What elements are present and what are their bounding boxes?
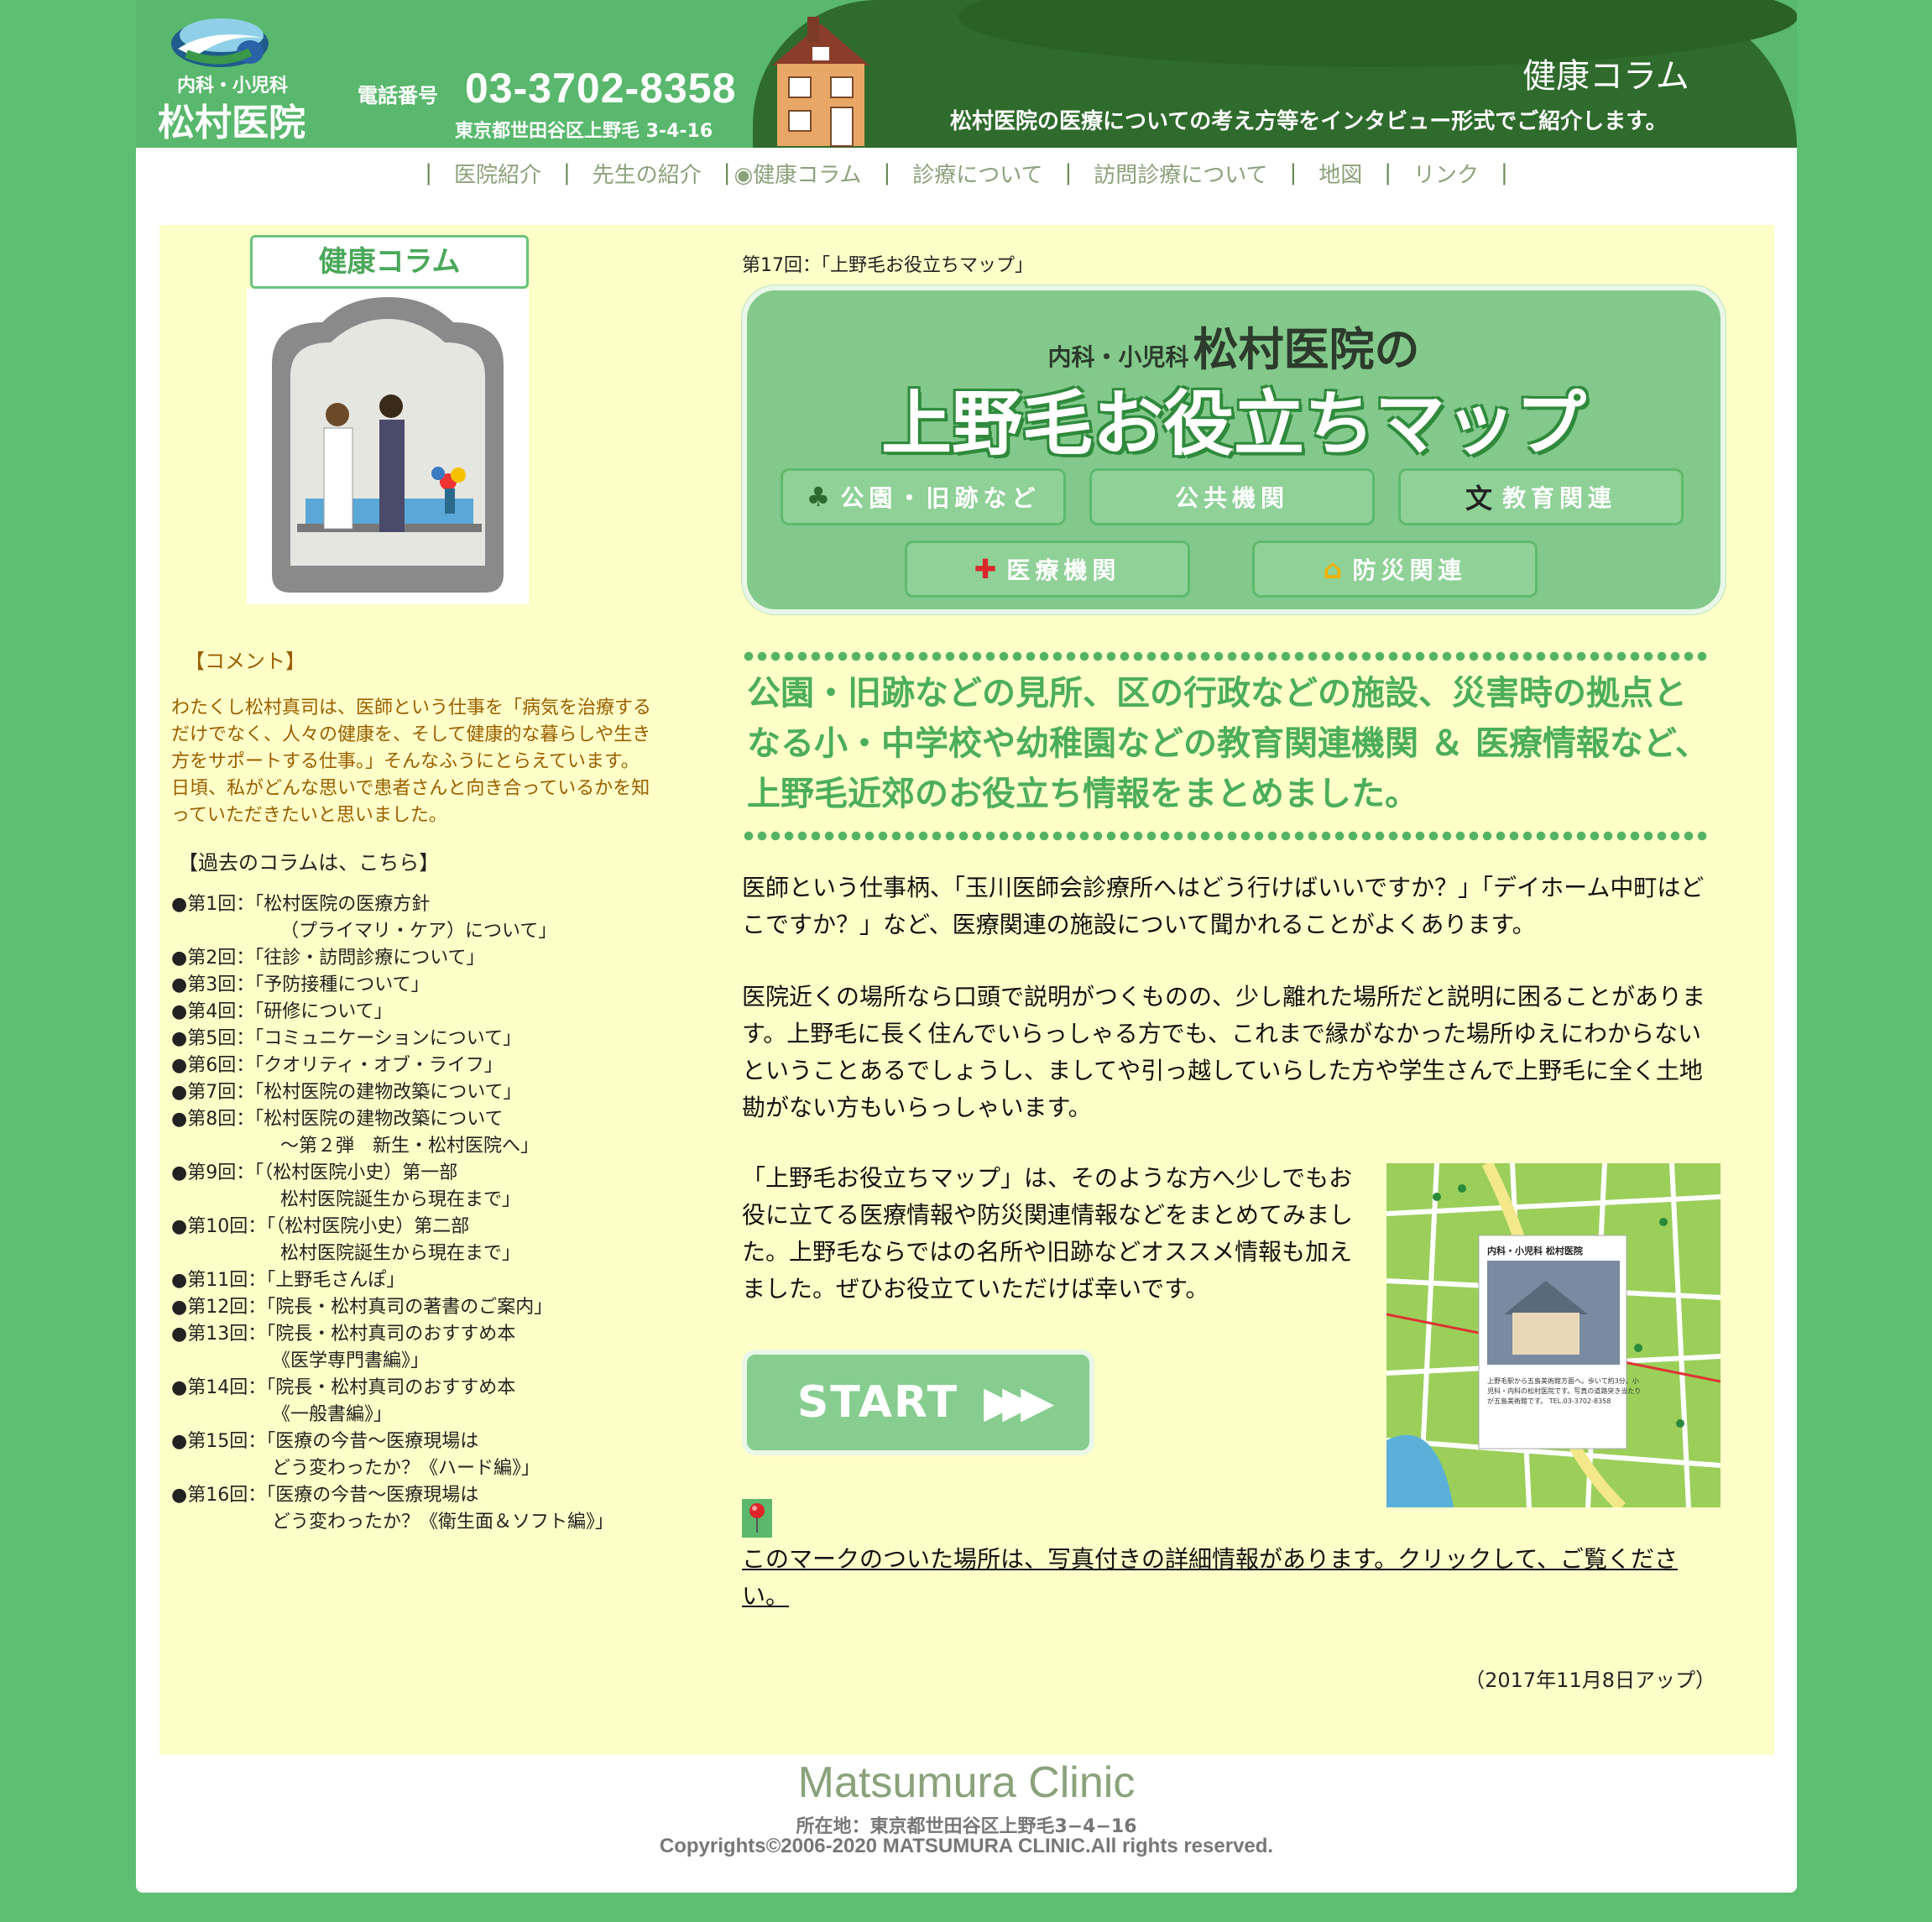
category-button-disaster[interactable]: ⌂ 防災関連 (1252, 541, 1538, 598)
shelter-icon: ⌂ (1323, 553, 1343, 585)
footer-clinic-name: Matsumura Clinic (797, 1758, 1136, 1807)
nav-item-clinic[interactable]: 医院紹介 (454, 158, 541, 189)
content-area: 健康コラム 【コメント】 わたくし松村真司は、医師という仕事を「病気を治療するだ… (159, 225, 1774, 1755)
past-column-item[interactable]: ●第14回：「院長・松村真司のおすすめ本 《一般書編》」 (171, 1375, 692, 1428)
category-button-parks[interactable]: ♣ 公園・旧跡など (781, 468, 1066, 525)
tel-label: 電話番号 (358, 84, 438, 107)
past-column-item[interactable]: ●第12回：「院長・松村真司の著書のご案内」 (171, 1294, 692, 1321)
header-address: 東京都世田谷区上野毛 3-4-16 (455, 121, 713, 142)
category-button-medical[interactable]: ✚ 医療機関 (905, 541, 1190, 598)
nav-item-home-visit[interactable]: 訪問診療について (1094, 158, 1267, 189)
header: 内科・小児科 松村医院 電話番号 03-3702-8358 東京都世田谷区上野毛… (136, 0, 1797, 148)
dotted-divider (742, 831, 1707, 841)
tree-icon: ♣ (806, 481, 831, 513)
nav-separator: | (1501, 160, 1508, 185)
past-column-item[interactable]: ●第8回：「松村医院の建物改築について ～第２弾 新生・松村医院へ」 (171, 1106, 692, 1160)
comment-heading: 【コメント】 (185, 650, 305, 673)
past-column-item[interactable]: ●第15回：「医療の今昔～医療現場は どう変わったか？《ハード編》」 (171, 1428, 692, 1482)
paragraph-2: 医院近くの場所なら口頭で説明がつくものの、少し離れた場所だと説明に困ることがあり… (742, 983, 1706, 1121)
section-title: 健康コラム (1522, 57, 1689, 96)
clinic-logo-icon[interactable] (170, 10, 274, 71)
section-description: 松村医院の医療についての考え方等をインタビュー形式でご紹介します。 (950, 109, 1668, 134)
past-column-item[interactable]: ●第4回：「研修について」 (171, 999, 692, 1026)
past-column-item[interactable]: ●第11回：「上野毛さんぽ」 (171, 1267, 692, 1294)
nav-separator: | (1064, 160, 1073, 185)
category-button-education[interactable]: 文教育関連 (1398, 468, 1684, 525)
category-button-public[interactable]: 公共機関 (1089, 468, 1375, 525)
hospital-icon: ✚ (974, 553, 997, 585)
map-preview-image[interactable]: 内科・小児科 松村医院 上野毛駅から五島美術館方面へ。歩いて約3分。小 児科・内… (1386, 1163, 1721, 1507)
start-button[interactable]: START ▶▶▶ (742, 1350, 1094, 1455)
nav-separator: | (425, 160, 432, 185)
past-column-item[interactable]: ●第9回：「（松村医院小史）第一部 松村医院誕生から現在まで」 (171, 1160, 692, 1214)
past-column-item[interactable]: ●第5回：「コミュニケーションについて」 (171, 1026, 692, 1052)
update-date: （2017年11月8日アップ） (1465, 1669, 1715, 1692)
nav-separator: | (883, 160, 891, 185)
house-illustration-icon (772, 17, 869, 147)
nav-item-doctor[interactable]: 先生の紹介 (593, 158, 702, 189)
pin-info-link[interactable]: このマークのついた場所は、写真付きの詳細情報があります。クリックして、ご覧くださ… (742, 1541, 1715, 1615)
nav-item-health-column[interactable]: ◉健康コラム (734, 158, 862, 189)
past-column-item[interactable]: ●第13回：「院長・松村真司のおすすめ本 《医学専門書編》」 (171, 1321, 692, 1375)
nurse-patient-illustration (247, 289, 529, 604)
nav-separator: | (1384, 160, 1392, 185)
page: 内科・小児科 松村医院 電話番号 03-3702-8358 東京都世田谷区上野毛… (136, 0, 1797, 1893)
svg-text:内科・小児科 松村医院: 内科・小児科 松村医院 (1487, 1245, 1583, 1256)
past-column-item[interactable]: ●第3回：「予防接種について」 (171, 972, 692, 999)
logo-name[interactable]: 松村医院 (148, 92, 316, 146)
nav-item-links[interactable]: リンク (1413, 158, 1479, 189)
fast-forward-icon: ▶▶▶ (984, 1377, 1054, 1428)
intro-text: 公園・旧跡などの見所、区の行政などの施設、災害時の拠点となる小・中学校や幼稚園な… (747, 673, 1709, 813)
past-column-item[interactable]: ●第6回：「クオリティ・オブ・ライフ」 (171, 1052, 692, 1079)
sidebar-title: 健康コラム (250, 235, 529, 289)
school-icon: 文 (1465, 483, 1492, 514)
nav-separator: | (723, 160, 731, 185)
past-column-item[interactable]: ●第2回：「往診・訪問診療について」 (171, 945, 692, 972)
past-columns-list: ●第1回：「松村医院の医療方針 （プライマリ・ケア）について」 ●第2回：「往診・… (171, 891, 692, 1536)
nav-item-treatment[interactable]: 診療について (912, 158, 1042, 189)
dotted-divider (742, 651, 1707, 661)
nav-item-map[interactable]: 地図 (1318, 158, 1362, 189)
past-column-item[interactable]: ●第1回：「松村医院の医療方針 （プライマリ・ケア）について」 (171, 891, 692, 945)
nav-separator: | (562, 160, 571, 185)
past-column-item[interactable]: ●第7回：「松村医院の建物改築について」 (171, 1079, 692, 1106)
past-column-item[interactable]: ●第16回：「医療の今昔～医療現場は どう変わったか？《衛生面＆ソフト編》」 (171, 1482, 692, 1536)
nav-separator: | (1289, 160, 1298, 185)
footer-copyright: Copyrights©2006-2020 MATSUMURA CLINIC.Al… (659, 1835, 1274, 1857)
map-banner[interactable]: 内科・小児科 松村医院の 上野毛お役立ちマップ ♣ 公園・旧跡など 公共機関 文教… (742, 285, 1726, 614)
past-columns-heading: 【過去のコラムは、こちら】 (178, 851, 440, 875)
tel-number: 03-3702-8358 (465, 65, 737, 112)
paragraph-1: 医師という仕事柄、「玉川医師会診療所へはどう行けばいいですか？」「デイホーム中町… (742, 874, 1705, 938)
main-nav: | 医院紹介 | 先生の紹介 | ◉健康コラム | 診療について | 訪問診療に… (136, 154, 1797, 191)
map-pin-icon (742, 1499, 772, 1538)
past-column-item[interactable]: ●第10回：「（松村医院小史）第二部 松村医院誕生から現在まで」 (171, 1214, 692, 1267)
paragraph-3: 「上野毛お役立ちマップ」は、そのような方へ少しでもお役に立てる医療情報や防災関連… (742, 1164, 1354, 1303)
comment-text: わたくし松村真司は、医師という仕事を「病気を治療するだけでなく、人々の健康を、そ… (171, 697, 652, 826)
episode-title: 第17回：「上野毛お役立ちマップ」 (742, 255, 1033, 276)
banner-title: 上野毛お役立ちマップ (880, 383, 1586, 465)
